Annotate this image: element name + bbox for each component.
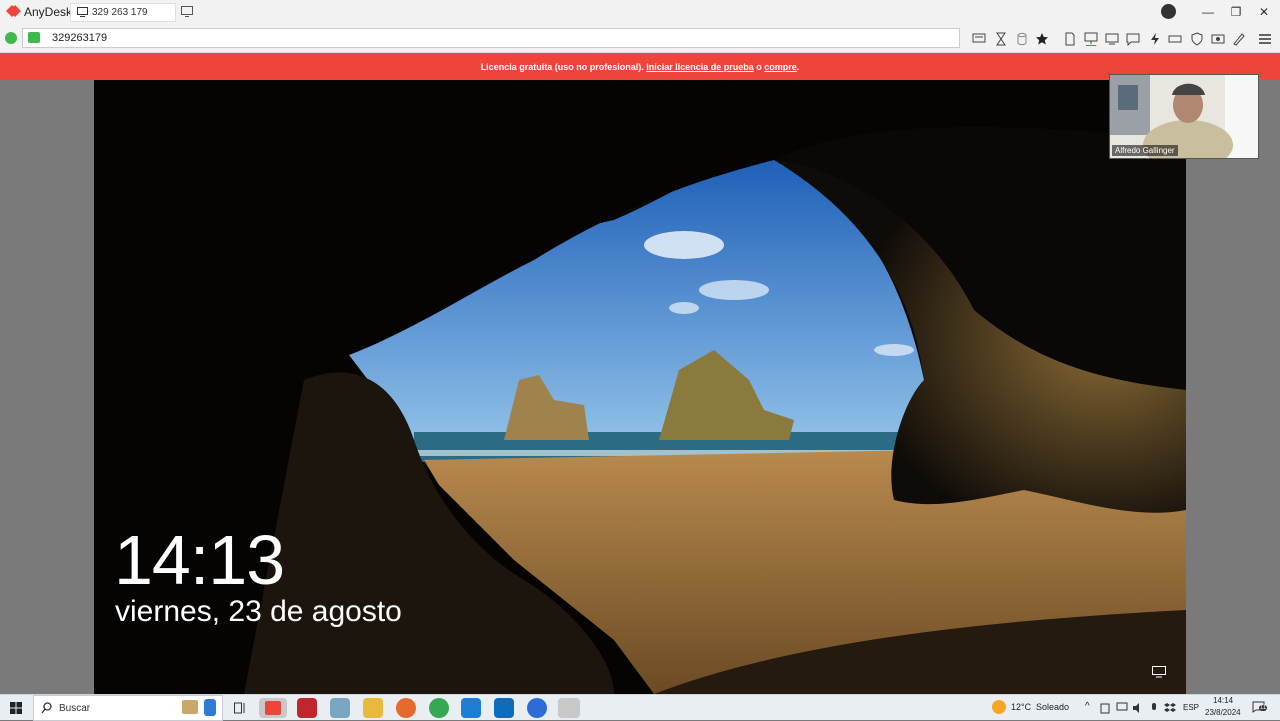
anydesk-taskbar-button[interactable] bbox=[259, 698, 287, 718]
star-icon[interactable] bbox=[1035, 32, 1049, 46]
vscode-icon[interactable] bbox=[461, 698, 481, 718]
taskbar-date[interactable]: 23/8/2024 bbox=[1205, 708, 1241, 717]
session-tab[interactable]: 329 263 179 bbox=[70, 3, 176, 22]
search-highlight-icon bbox=[182, 700, 198, 714]
display-icon[interactable] bbox=[1084, 32, 1098, 46]
search-placeholder: Buscar bbox=[59, 703, 91, 714]
new-tab-icon[interactable] bbox=[181, 6, 193, 17]
maximize-button[interactable]: ❐ bbox=[1226, 3, 1246, 21]
address-input[interactable]: 329263179 bbox=[22, 28, 960, 48]
monitor-icon bbox=[77, 7, 88, 17]
banner-text: Licencia gratuita (uso no profesional). bbox=[480, 62, 644, 72]
weather-temp[interactable]: 12°C bbox=[1011, 702, 1031, 712]
banner-end: . bbox=[796, 62, 800, 72]
filezilla-icon[interactable] bbox=[297, 698, 317, 718]
app-icon[interactable] bbox=[330, 698, 350, 718]
network-icon[interactable] bbox=[1152, 666, 1166, 678]
buy-link[interactable]: compre bbox=[764, 62, 797, 72]
connected-status-icon bbox=[5, 32, 17, 44]
zoom-icon[interactable] bbox=[527, 698, 547, 718]
weather-desc[interactable]: Soleado bbox=[1036, 702, 1069, 712]
taskbar-search[interactable]: Buscar bbox=[33, 695, 223, 721]
session-tab-label: 329 263 179 bbox=[92, 7, 148, 18]
lockscreen-date: viernes, 23 de agosto bbox=[115, 595, 402, 628]
search-icon bbox=[41, 702, 52, 714]
pen-icon[interactable] bbox=[1232, 32, 1246, 46]
anydesk-logo-icon bbox=[6, 5, 21, 17]
lockscreen-time: 14:13 bbox=[114, 521, 285, 599]
outlook-icon[interactable] bbox=[494, 698, 514, 718]
title-bar: AnyDesk 329 263 179 — ❐ ✕ bbox=[0, 0, 1280, 25]
message-icon[interactable] bbox=[1126, 32, 1140, 46]
trial-license-link[interactable]: Iniciar licencia de prueba bbox=[646, 62, 754, 72]
search-highlight-figure-icon bbox=[204, 699, 216, 716]
app-title: AnyDesk bbox=[24, 5, 73, 19]
microphone-icon[interactable] bbox=[1149, 702, 1159, 714]
chat-icon[interactable] bbox=[972, 32, 986, 46]
notifications-icon[interactable]: 11 bbox=[1252, 700, 1268, 714]
webcam-overlay: Alfredo Gallinger bbox=[1109, 74, 1259, 159]
taskbar: Buscar 12°C Soleado ^ ESP 14:14 23/8/202… bbox=[0, 694, 1280, 721]
remote-screen[interactable]: 14:13 viernes, 23 de agosto bbox=[94, 80, 1186, 694]
banner-middle: o bbox=[753, 62, 765, 72]
volume-icon[interactable] bbox=[1132, 702, 1144, 714]
license-banner: Licencia gratuita (uso no profesional). … bbox=[0, 54, 1280, 80]
language-indicator[interactable]: ESP bbox=[1183, 703, 1199, 712]
battery-icon[interactable] bbox=[1100, 702, 1110, 714]
address-value: 329263179 bbox=[52, 32, 108, 44]
keyboard-icon[interactable] bbox=[1168, 32, 1182, 46]
lightning-icon[interactable] bbox=[1148, 32, 1162, 46]
monitor-switch-icon[interactable] bbox=[1105, 32, 1119, 46]
weather-sun-icon bbox=[992, 700, 1006, 714]
record-icon[interactable] bbox=[1211, 32, 1225, 46]
participant-name: Alfredo Gallinger bbox=[1112, 145, 1178, 156]
chrome-icon[interactable] bbox=[429, 698, 449, 718]
close-button[interactable]: ✕ bbox=[1254, 3, 1274, 21]
remote-desk-icon bbox=[28, 32, 40, 43]
file-icon[interactable] bbox=[1063, 32, 1077, 46]
menu-icon[interactable] bbox=[1258, 32, 1272, 46]
taskbar-time[interactable]: 14:14 bbox=[1213, 696, 1233, 705]
windows-start-icon[interactable] bbox=[10, 702, 22, 714]
dropbox-icon[interactable] bbox=[1164, 702, 1176, 714]
minimize-button[interactable]: — bbox=[1198, 3, 1218, 21]
hourglass-icon[interactable] bbox=[994, 32, 1008, 46]
task-view-icon[interactable] bbox=[234, 702, 246, 714]
account-icon[interactable] bbox=[1161, 4, 1176, 19]
network-tray-icon[interactable] bbox=[1116, 702, 1128, 714]
shield-icon[interactable] bbox=[1190, 32, 1204, 46]
firefox-icon[interactable] bbox=[396, 698, 416, 718]
database-icon[interactable] bbox=[1015, 32, 1029, 46]
folder-icon[interactable] bbox=[363, 698, 383, 718]
chevron-up-icon[interactable]: ^ bbox=[1085, 701, 1090, 712]
notification-count: 11 bbox=[1259, 705, 1268, 711]
chrome-active-icon[interactable] bbox=[558, 698, 580, 718]
